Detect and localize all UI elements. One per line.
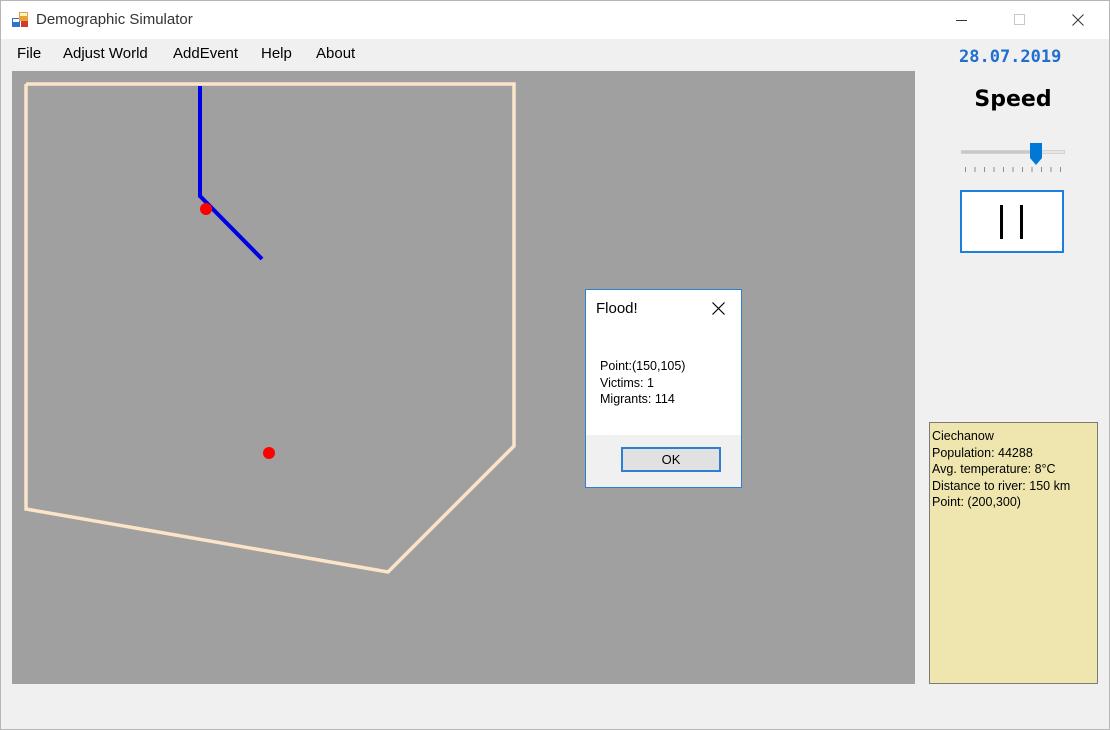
speed-label: Speed (974, 87, 1052, 112)
simulation-date: 28.07.2019 (959, 47, 1062, 67)
map-canvas (24, 82, 516, 574)
dialog-title: Flood! (596, 300, 638, 317)
slider-thumb[interactable] (1029, 142, 1043, 166)
minimize-button[interactable] (933, 1, 991, 39)
dialog-victims: Victims: 1 (600, 375, 654, 390)
dialog-message: Point:(150,105) Victims: 1 Migrants: 114 (600, 358, 685, 408)
menu-add-event[interactable]: AddEvent (173, 45, 238, 62)
river (198, 86, 264, 261)
pause-button[interactable] (960, 190, 1064, 253)
app-icon (12, 12, 28, 27)
maximize-button[interactable] (991, 1, 1049, 39)
minimize-icon (956, 20, 967, 21)
pause-icon (1000, 204, 1023, 239)
close-icon[interactable] (712, 302, 725, 315)
world-map[interactable] (12, 71, 915, 684)
dialog-migrants: Migrants: 114 (600, 392, 675, 406)
city-point: Point: (200,300) (932, 495, 1021, 509)
dialog-footer: OK (586, 435, 741, 487)
menu-adjust-world[interactable]: Adjust World (63, 45, 148, 62)
city-name: Ciechanow (932, 429, 994, 443)
menu-about[interactable]: About (316, 45, 355, 62)
close-button[interactable] (1049, 1, 1107, 39)
speed-slider[interactable] (959, 141, 1069, 175)
city-marker[interactable] (263, 447, 275, 459)
city-temperature: Avg. temperature: 8°C (932, 462, 1056, 476)
maximize-icon (1014, 14, 1025, 25)
city-info-panel: Ciechanow Population: 44288 Avg. tempera… (929, 422, 1098, 684)
menu-help[interactable]: Help (261, 45, 292, 62)
menu-bar: File Adjust World AddEvent Help About (1, 39, 371, 70)
ok-button[interactable]: OK (621, 447, 721, 472)
title-bar: Demographic Simulator (1, 1, 1109, 39)
world-border (24, 82, 516, 574)
close-icon (1072, 14, 1084, 26)
window-title: Demographic Simulator (36, 11, 193, 28)
flood-dialog: Flood! Point:(150,105) Victims: 1 Migran… (585, 289, 742, 488)
city-marker[interactable] (200, 203, 212, 215)
app-window: Demographic Simulator File Adjust World … (0, 0, 1110, 730)
dialog-point: Point:(150,105) (600, 359, 686, 373)
slider-ticks (965, 167, 1061, 172)
menu-file[interactable]: File (17, 45, 41, 62)
slider-fill (961, 151, 1036, 153)
city-river-distance: Distance to river: 150 km (932, 478, 1071, 493)
city-population: Population: 44288 (932, 445, 1033, 460)
